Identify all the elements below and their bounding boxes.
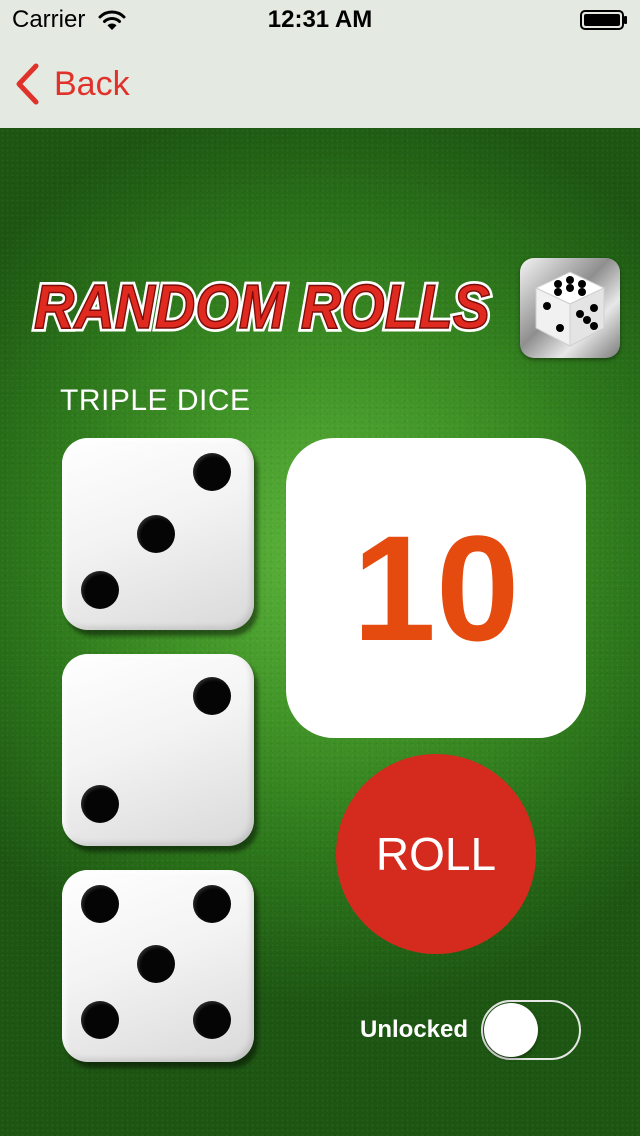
die-1 [62,438,254,630]
battery-full-icon [580,10,627,30]
die-2 [62,654,254,846]
die-pip [81,885,119,923]
die-pip [81,1001,119,1039]
mode-label: TRIPLE DICE [60,384,251,417]
chevron-left-icon [16,63,39,105]
back-button[interactable]: Back [14,62,130,106]
svg-text:RANDOM ROLLS: RANDOM ROLLS [34,273,490,340]
result-panel: 10 [286,438,586,738]
unlock-toggle[interactable] [481,1000,581,1060]
unlock-label: Unlocked [360,1016,469,1043]
app-logo: RANDOM ROLLS RANDOM ROLLS [31,270,494,340]
navigation-bar: Back [0,40,640,128]
toggle-knob [484,1003,538,1057]
result-total: 10 [352,503,520,672]
back-label: Back [54,64,130,103]
die-pip [193,885,231,923]
die-pip [81,785,119,823]
die-pip [137,515,175,553]
dice-icon [520,258,620,358]
die-pip [193,453,231,491]
die-pip [193,1001,231,1039]
status-bar: Carrier 12:31 AM [0,0,640,40]
roll-button[interactable]: ROLL [336,754,536,954]
roll-label: ROLL [375,828,497,880]
clock: 12:31 AM [267,6,373,33]
die-pip [81,571,119,609]
die-pip [193,677,231,715]
die-pip [137,945,175,983]
die-3 [62,870,254,1062]
